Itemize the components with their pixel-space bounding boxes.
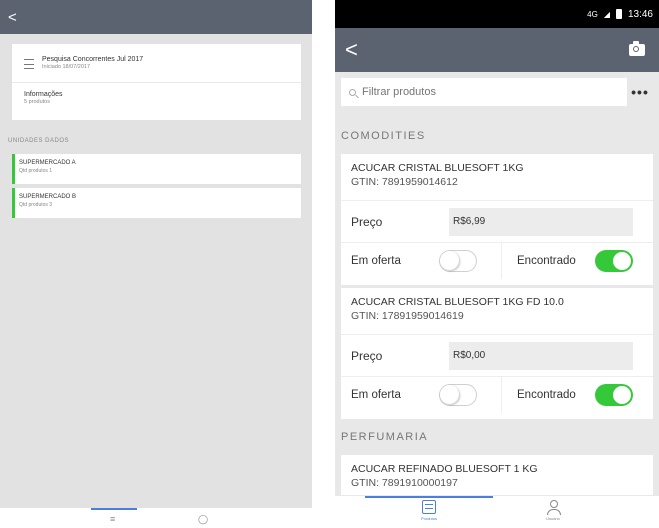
offer-label: Em oferta — [351, 389, 401, 401]
divider — [501, 243, 502, 279]
product-gtin: GTIN: 17891959014619 — [351, 310, 464, 322]
network-indicator: 4G — [587, 9, 598, 19]
top-app-bar: < — [0, 0, 312, 34]
product-card: ACUCAR CRISTAL BLUESOFT 1KG FD 10.0 GTIN… — [341, 288, 653, 419]
bottom-navigation: ≡ ◯ — [0, 508, 312, 528]
info-subtitle: 5 produtos — [24, 99, 50, 105]
toggle-row: Em oferta Encontrado — [341, 242, 653, 279]
signal-icon: ◢ — [603, 9, 610, 19]
list-icon — [422, 500, 436, 514]
store-subtitle: Qtd produtos 1 — [19, 168, 53, 174]
price-label: Preço — [351, 349, 383, 363]
active-tab-indicator — [91, 508, 137, 510]
tab-label: Usuário — [546, 516, 560, 521]
product-card: ACUCAR CRISTAL BLUESOFT 1KG GTIN: 789195… — [341, 154, 653, 285]
status-bar: 4G ◢ 13:46 — [335, 0, 659, 28]
back-button[interactable]: < — [345, 39, 358, 61]
toggle-knob — [440, 251, 459, 270]
back-button[interactable]: < — [8, 10, 17, 25]
product-name: ACUCAR CRISTAL BLUESOFT 1KG FD 10.0 — [351, 296, 564, 308]
person-tab-icon[interactable]: ◯ — [198, 514, 208, 525]
offer-toggle[interactable] — [439, 384, 477, 406]
tablet-screen: < Pesquisa Concorrentes Jul 2017 Iniciad… — [0, 0, 312, 528]
price-label: Preço — [351, 215, 383, 229]
toggle-row: Em oferta Encontrado — [341, 376, 653, 413]
search-input[interactable] — [362, 86, 562, 98]
toggle-knob — [613, 252, 631, 270]
info-title: Informações — [24, 91, 63, 98]
category-header: COMODITIES — [341, 130, 426, 142]
price-row: Preço R$6,99 — [341, 200, 653, 240]
product-name: ACUCAR REFINADO BLUESOFT 1 KG — [351, 463, 538, 475]
search-box[interactable] — [341, 78, 627, 106]
tab-label: Produtos — [420, 516, 437, 521]
found-toggle[interactable] — [595, 384, 633, 406]
price-row: Preço R$0,00 — [341, 334, 653, 374]
info-item[interactable]: Informações 5 produtos — [24, 91, 63, 105]
store-subtitle: Qtd produtos 3 — [19, 202, 53, 208]
person-icon — [546, 500, 561, 515]
list-tab-icon[interactable]: ≡ — [110, 514, 115, 524]
tab-user[interactable]: Usuário — [513, 500, 593, 521]
found-label: Encontrado — [517, 255, 576, 267]
store-name: SUPERMERCADO B — [19, 194, 77, 200]
active-tab-indicator — [365, 496, 493, 498]
tab-products[interactable]: Produtos — [389, 500, 469, 521]
search-icon — [349, 88, 356, 96]
more-menu-button[interactable]: ••• — [627, 84, 653, 100]
found-label: Encontrado — [517, 389, 576, 401]
toggle-knob — [613, 386, 631, 404]
survey-card[interactable]: Pesquisa Concorrentes Jul 2017 Iniciado … — [12, 44, 301, 120]
product-gtin: GTIN: 7891959014612 — [351, 176, 458, 188]
toggle-knob — [440, 385, 459, 404]
clock: 13:46 — [627, 8, 653, 20]
search-row: ••• — [341, 78, 653, 106]
offer-label: Em oferta — [351, 255, 401, 267]
offer-toggle[interactable] — [439, 250, 477, 272]
product-name: ACUCAR CRISTAL BLUESOFT 1KG — [351, 162, 524, 174]
price-input[interactable]: R$0,00 — [449, 342, 633, 370]
survey-subtitle: Iniciado 18/07/2017 — [42, 64, 91, 70]
divider — [12, 82, 301, 83]
survey-header[interactable]: Pesquisa Concorrentes Jul 2017 Iniciado … — [12, 44, 301, 70]
survey-title: Pesquisa Concorrentes Jul 2017 — [42, 56, 144, 63]
product-card: ACUCAR REFINADO BLUESOFT 1 KG GTIN: 7891… — [341, 455, 653, 495]
bottom-navigation: Produtos Usuário — [335, 496, 659, 528]
store-item[interactable]: SUPERMERCADO B Qtd produtos 3 — [12, 188, 301, 218]
app-bar: < — [335, 28, 659, 72]
found-toggle[interactable] — [595, 250, 633, 272]
store-name: SUPERMERCADO A — [19, 160, 76, 166]
list-icon — [24, 59, 34, 69]
category-header: PERFUMARIA — [341, 431, 429, 443]
product-gtin: GTIN: 7891910000197 — [351, 477, 458, 489]
camera-icon[interactable] — [629, 41, 645, 56]
section-label: UNIDADES DADOS — [8, 138, 70, 144]
store-item[interactable]: SUPERMERCADO A Qtd produtos 1 — [12, 154, 301, 184]
battery-icon — [615, 9, 622, 19]
divider — [501, 377, 502, 413]
price-input[interactable]: R$6,99 — [449, 208, 633, 236]
phone-screen: 4G ◢ 13:46 < ••• COMODITIES ACUCAR CRIST… — [335, 0, 659, 528]
